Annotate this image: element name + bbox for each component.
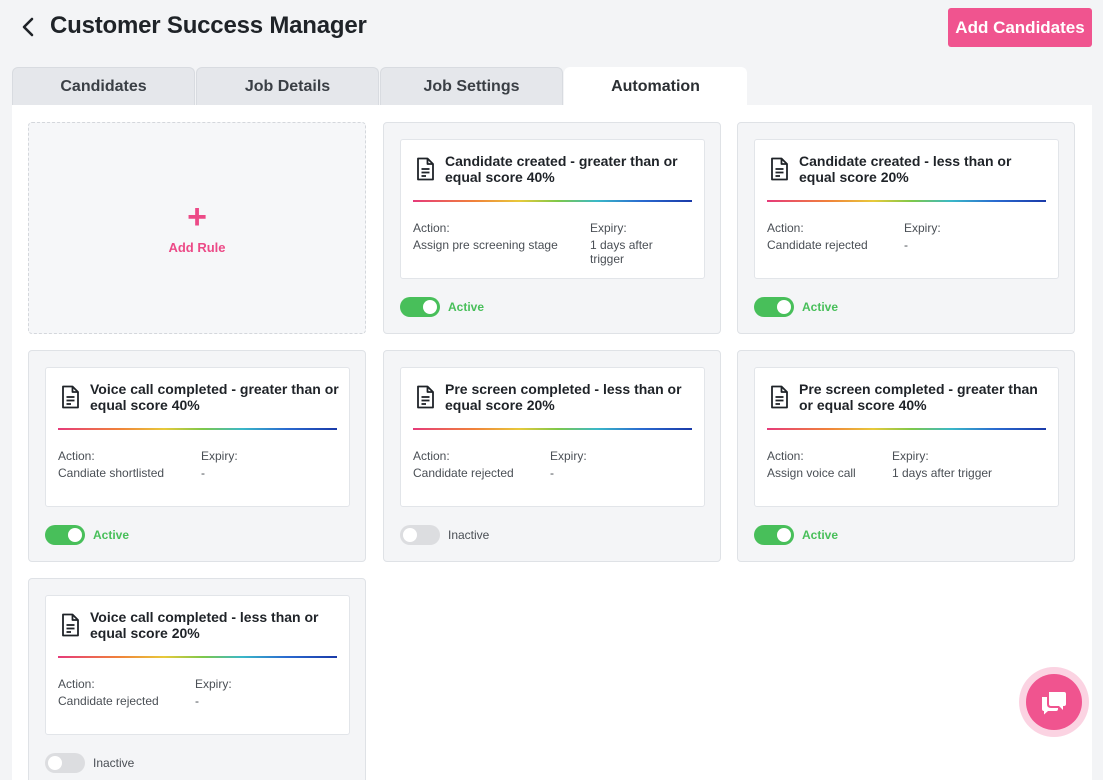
page-header: Customer Success Manager Add Candidates bbox=[0, 0, 1103, 56]
gradient-divider bbox=[767, 428, 1046, 430]
expiry-label: Expiry: bbox=[590, 221, 627, 235]
rule-card: Voice call completed - greater than or e… bbox=[28, 350, 366, 562]
status-row: Active bbox=[754, 297, 838, 317]
rule-details: Voice call completed - less than or equa… bbox=[45, 595, 350, 735]
action-label: Action: bbox=[58, 449, 95, 463]
add-candidates-button[interactable]: Add Candidates bbox=[948, 8, 1092, 47]
rule-card: Pre screen completed - greater than or e… bbox=[737, 350, 1075, 562]
rule-title: Pre screen completed - greater than or e… bbox=[799, 381, 1038, 413]
toggle-knob bbox=[777, 528, 791, 542]
rule-details: Candidate created - less than or equal s… bbox=[754, 139, 1059, 279]
document-icon bbox=[417, 385, 434, 409]
status-toggle[interactable] bbox=[754, 525, 794, 545]
action-label: Action: bbox=[767, 449, 804, 463]
expiry-label: Expiry: bbox=[550, 449, 587, 463]
back-button[interactable] bbox=[16, 14, 40, 40]
rule-title: Pre screen completed - less than or equa… bbox=[445, 381, 682, 413]
action-label: Action: bbox=[58, 677, 95, 691]
action-value: Candidate rejected bbox=[413, 466, 514, 480]
expiry-label: Expiry: bbox=[201, 449, 238, 463]
status-row: Inactive bbox=[45, 753, 134, 773]
expiry-value: - bbox=[904, 238, 908, 252]
document-icon bbox=[62, 613, 79, 637]
document-icon bbox=[62, 385, 79, 409]
page-title: Customer Success Manager bbox=[50, 12, 367, 39]
expiry-label: Expiry: bbox=[195, 677, 232, 691]
action-label: Action: bbox=[767, 221, 804, 235]
status-label: Active bbox=[448, 300, 485, 314]
status-toggle[interactable] bbox=[45, 525, 85, 545]
status-toggle[interactable] bbox=[754, 297, 794, 317]
document-icon bbox=[771, 385, 788, 409]
gradient-divider bbox=[413, 428, 692, 430]
status-row: Active bbox=[754, 525, 838, 545]
status-label: Inactive bbox=[93, 756, 135, 770]
document-icon bbox=[771, 157, 788, 181]
rule-title: Candidate created - greater than or equa… bbox=[445, 153, 678, 185]
chevron-left-icon bbox=[22, 17, 34, 37]
status-toggle[interactable] bbox=[45, 753, 85, 773]
rule-title: Voice call completed - greater than or e… bbox=[90, 381, 339, 413]
rule-title: Voice call completed - less than or equa… bbox=[90, 609, 319, 641]
status-label: Active bbox=[802, 528, 839, 542]
expiry-value: 1 days after trigger bbox=[590, 238, 653, 266]
chat-button-inner bbox=[1026, 674, 1082, 730]
action-value: Assign voice call bbox=[767, 466, 856, 480]
status-row: Active bbox=[400, 297, 484, 317]
expiry-value: 1 days after trigger bbox=[892, 466, 993, 480]
gradient-divider bbox=[413, 200, 692, 202]
action-value: Candiate shortlisted bbox=[58, 466, 165, 480]
action-label: Action: bbox=[413, 449, 450, 463]
rule-card: Voice call completed - less than or equa… bbox=[28, 578, 366, 780]
toggle-knob bbox=[48, 756, 62, 770]
gradient-divider bbox=[58, 656, 337, 658]
rule-card: Pre screen completed - less than or equa… bbox=[383, 350, 721, 562]
rule-card: Candidate created - less than or equal s… bbox=[737, 122, 1075, 334]
tab-bar: Candidates Job Details Job Settings Auto… bbox=[12, 67, 748, 105]
status-label: Active bbox=[93, 528, 130, 542]
gradient-divider bbox=[58, 428, 337, 430]
status-label: Active bbox=[802, 300, 839, 314]
action-value: Candidate rejected bbox=[767, 238, 868, 252]
action-label: Action: bbox=[413, 221, 450, 235]
status-label: Inactive bbox=[448, 528, 490, 542]
toggle-knob bbox=[68, 528, 82, 542]
status-row: Inactive bbox=[400, 525, 489, 545]
plus-icon: + bbox=[187, 197, 207, 236]
rule-title: Candidate created - less than or equal s… bbox=[799, 153, 1012, 185]
expiry-label: Expiry: bbox=[892, 449, 929, 463]
tab-automation[interactable]: Automation bbox=[564, 67, 747, 105]
expiry-value: - bbox=[195, 694, 199, 708]
gradient-divider bbox=[767, 200, 1046, 202]
toggle-knob bbox=[777, 300, 791, 314]
action-value: Assign pre screening stage bbox=[413, 238, 558, 252]
document-icon bbox=[417, 157, 434, 181]
add-rule-label: Add Rule bbox=[168, 239, 226, 255]
expiry-value: - bbox=[201, 466, 205, 480]
tab-candidates[interactable]: Candidates bbox=[12, 67, 195, 105]
chat-button[interactable] bbox=[1019, 667, 1089, 737]
status-toggle[interactable] bbox=[400, 297, 440, 317]
expiry-value: - bbox=[550, 466, 554, 480]
rule-details: Pre screen completed - less than or equa… bbox=[400, 367, 705, 507]
add-rule-card[interactable]: + Add Rule bbox=[28, 122, 366, 334]
chat-bubbles-icon bbox=[1042, 692, 1066, 715]
status-row: Active bbox=[45, 525, 129, 545]
rule-details: Voice call completed - greater than or e… bbox=[45, 367, 350, 507]
action-value: Candidate rejected bbox=[58, 694, 159, 708]
automation-panel: + Add Rule Candidate created - greater t… bbox=[12, 105, 1092, 780]
toggle-knob bbox=[403, 528, 417, 542]
tab-job-details[interactable]: Job Details bbox=[196, 67, 379, 105]
rule-card: Candidate created - greater than or equa… bbox=[383, 122, 721, 334]
tab-job-settings[interactable]: Job Settings bbox=[380, 67, 563, 105]
rule-details: Candidate created - greater than or equa… bbox=[400, 139, 705, 279]
expiry-label: Expiry: bbox=[904, 221, 941, 235]
toggle-knob bbox=[423, 300, 437, 314]
status-toggle[interactable] bbox=[400, 525, 440, 545]
rule-details: Pre screen completed - greater than or e… bbox=[754, 367, 1059, 507]
